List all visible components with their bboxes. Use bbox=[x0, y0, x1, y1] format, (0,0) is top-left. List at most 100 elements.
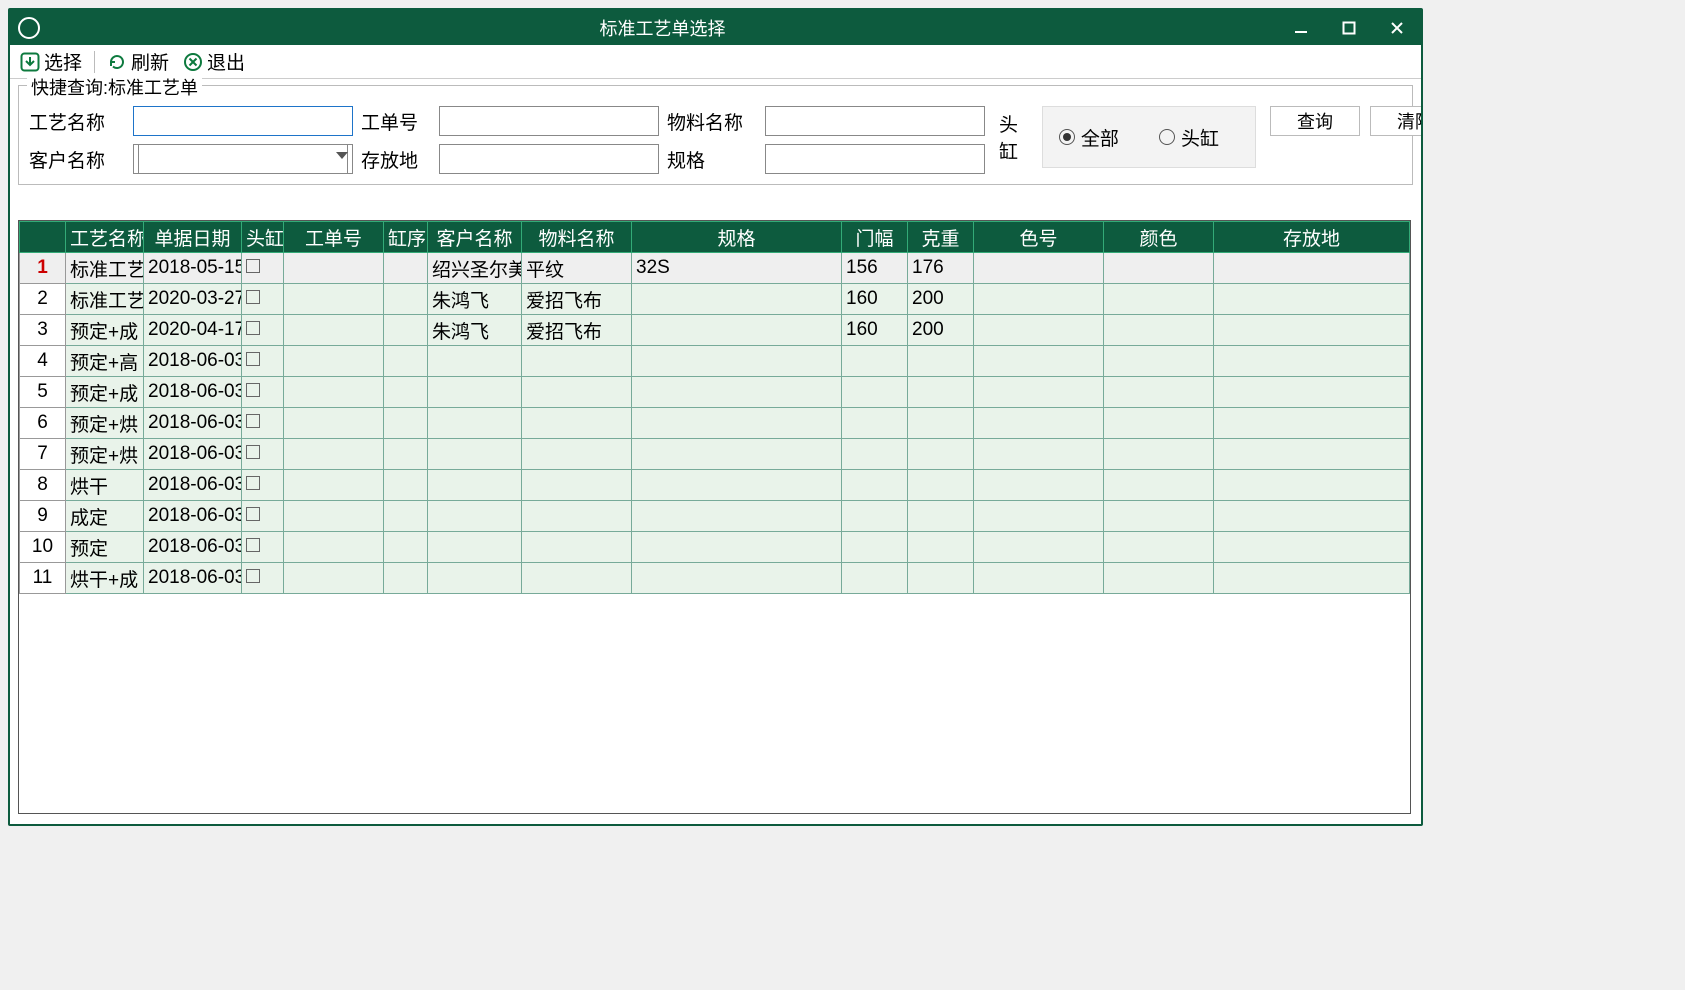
cell-wo[interactable] bbox=[284, 439, 384, 470]
cell-date[interactable]: 2018-06-03 bbox=[144, 346, 242, 377]
cell-storage[interactable] bbox=[1214, 408, 1410, 439]
cell-wo[interactable] bbox=[284, 253, 384, 284]
cell-colorno[interactable] bbox=[974, 408, 1104, 439]
cell-date[interactable]: 2018-05-15 bbox=[144, 253, 242, 284]
table-row[interactable]: 3预定+成2020-04-17朱鸿飞爱招飞布160200 bbox=[20, 315, 1410, 346]
result-grid[interactable]: 工艺名称 单据日期 头缸 工单号 缸序 客户名称 物料名称 规格 门幅 克重 色… bbox=[18, 220, 1411, 814]
cell-color[interactable] bbox=[1104, 470, 1214, 501]
refresh-button[interactable]: 刷新 bbox=[103, 48, 173, 75]
cell-cust[interactable] bbox=[428, 563, 522, 594]
cell-color[interactable] bbox=[1104, 284, 1214, 315]
col-weight[interactable]: 克重 bbox=[908, 222, 974, 253]
table-row[interactable]: 4预定+高2018-06-03 bbox=[20, 346, 1410, 377]
cell-date[interactable]: 2020-04-17 bbox=[144, 315, 242, 346]
cell-date[interactable]: 2018-06-03 bbox=[144, 377, 242, 408]
query-button[interactable]: 查询 bbox=[1270, 106, 1360, 136]
cell-seq[interactable] bbox=[384, 315, 428, 346]
cell-wo[interactable] bbox=[284, 470, 384, 501]
checkbox-icon[interactable] bbox=[246, 507, 260, 521]
cell-color[interactable] bbox=[1104, 253, 1214, 284]
cell-process[interactable]: 预定+成 bbox=[66, 315, 144, 346]
cell-wo[interactable] bbox=[284, 315, 384, 346]
cell-colorno[interactable] bbox=[974, 563, 1104, 594]
cell-spec[interactable] bbox=[632, 563, 842, 594]
cell-process[interactable]: 预定+成 bbox=[66, 377, 144, 408]
cell-mat[interactable] bbox=[522, 470, 632, 501]
cell-width[interactable] bbox=[842, 470, 908, 501]
table-row[interactable]: 1标准工艺2018-05-15绍兴圣尔美平纹32S156176 bbox=[20, 253, 1410, 284]
cell-spec[interactable] bbox=[632, 284, 842, 315]
cell-cust[interactable] bbox=[428, 501, 522, 532]
cell-seq[interactable] bbox=[384, 377, 428, 408]
col-colorno[interactable]: 色号 bbox=[974, 222, 1104, 253]
checkbox-icon[interactable] bbox=[246, 383, 260, 397]
cell-spec[interactable] bbox=[632, 439, 842, 470]
cell-width[interactable] bbox=[842, 346, 908, 377]
cell-process[interactable]: 预定 bbox=[66, 532, 144, 563]
cell-width[interactable]: 160 bbox=[842, 315, 908, 346]
cell-seq[interactable] bbox=[384, 439, 428, 470]
cell-color[interactable] bbox=[1104, 346, 1214, 377]
cell-spec[interactable] bbox=[632, 377, 842, 408]
cell-storage[interactable] bbox=[1214, 284, 1410, 315]
cell-date[interactable]: 2018-06-03 bbox=[144, 470, 242, 501]
cell-wo[interactable] bbox=[284, 563, 384, 594]
cell-width[interactable] bbox=[842, 501, 908, 532]
cell-wo[interactable] bbox=[284, 377, 384, 408]
table-row[interactable]: 7预定+烘2018-06-03 bbox=[20, 439, 1410, 470]
cell-color[interactable] bbox=[1104, 532, 1214, 563]
cell-storage[interactable] bbox=[1214, 346, 1410, 377]
process-name-input[interactable] bbox=[133, 106, 353, 136]
col-wo[interactable]: 工单号 bbox=[284, 222, 384, 253]
col-spec[interactable]: 规格 bbox=[632, 222, 842, 253]
cell-vat[interactable] bbox=[242, 501, 284, 532]
cell-width[interactable] bbox=[842, 563, 908, 594]
col-vat[interactable]: 头缸 bbox=[242, 222, 284, 253]
cell-width[interactable] bbox=[842, 408, 908, 439]
cell-seq[interactable] bbox=[384, 346, 428, 377]
cell-weight[interactable]: 200 bbox=[908, 284, 974, 315]
cell-weight[interactable] bbox=[908, 439, 974, 470]
cell-width[interactable] bbox=[842, 439, 908, 470]
cell-color[interactable] bbox=[1104, 315, 1214, 346]
cell-mat[interactable] bbox=[522, 346, 632, 377]
material-input[interactable] bbox=[765, 106, 985, 136]
cell-storage[interactable] bbox=[1214, 377, 1410, 408]
cell-vat[interactable] bbox=[242, 284, 284, 315]
radio-head-vat[interactable]: 头缸 bbox=[1159, 124, 1219, 151]
cell-date[interactable]: 2018-06-03 bbox=[144, 532, 242, 563]
cell-cust[interactable] bbox=[428, 470, 522, 501]
cell-date[interactable]: 2018-06-03 bbox=[144, 501, 242, 532]
cell-seq[interactable] bbox=[384, 253, 428, 284]
cell-color[interactable] bbox=[1104, 377, 1214, 408]
cell-process[interactable]: 标准工艺 bbox=[66, 284, 144, 315]
cell-weight[interactable] bbox=[908, 377, 974, 408]
cell-storage[interactable] bbox=[1214, 439, 1410, 470]
cell-width[interactable] bbox=[842, 377, 908, 408]
col-width[interactable]: 门幅 bbox=[842, 222, 908, 253]
cell-storage[interactable] bbox=[1214, 532, 1410, 563]
cell-spec[interactable] bbox=[632, 501, 842, 532]
cell-seq[interactable] bbox=[384, 470, 428, 501]
checkbox-icon[interactable] bbox=[246, 321, 260, 335]
cell-storage[interactable] bbox=[1214, 315, 1410, 346]
spec-input[interactable] bbox=[765, 144, 985, 174]
cell-spec[interactable]: 32S bbox=[632, 253, 842, 284]
cell-vat[interactable] bbox=[242, 408, 284, 439]
cell-mat[interactable]: 爱招飞布 bbox=[522, 315, 632, 346]
col-cust[interactable]: 客户名称 bbox=[428, 222, 522, 253]
cell-color[interactable] bbox=[1104, 408, 1214, 439]
cell-weight[interactable]: 200 bbox=[908, 315, 974, 346]
checkbox-icon[interactable] bbox=[246, 352, 260, 366]
cell-cust[interactable]: 朱鸿飞 bbox=[428, 315, 522, 346]
cell-cust[interactable] bbox=[428, 408, 522, 439]
table-row[interactable]: 6预定+烘2018-06-03 bbox=[20, 408, 1410, 439]
cell-vat[interactable] bbox=[242, 315, 284, 346]
cell-colorno[interactable] bbox=[974, 439, 1104, 470]
cell-seq[interactable] bbox=[384, 284, 428, 315]
cell-mat[interactable] bbox=[522, 439, 632, 470]
cell-weight[interactable] bbox=[908, 408, 974, 439]
cell-vat[interactable] bbox=[242, 439, 284, 470]
close-button[interactable] bbox=[1373, 10, 1421, 45]
cell-process[interactable]: 预定+高 bbox=[66, 346, 144, 377]
